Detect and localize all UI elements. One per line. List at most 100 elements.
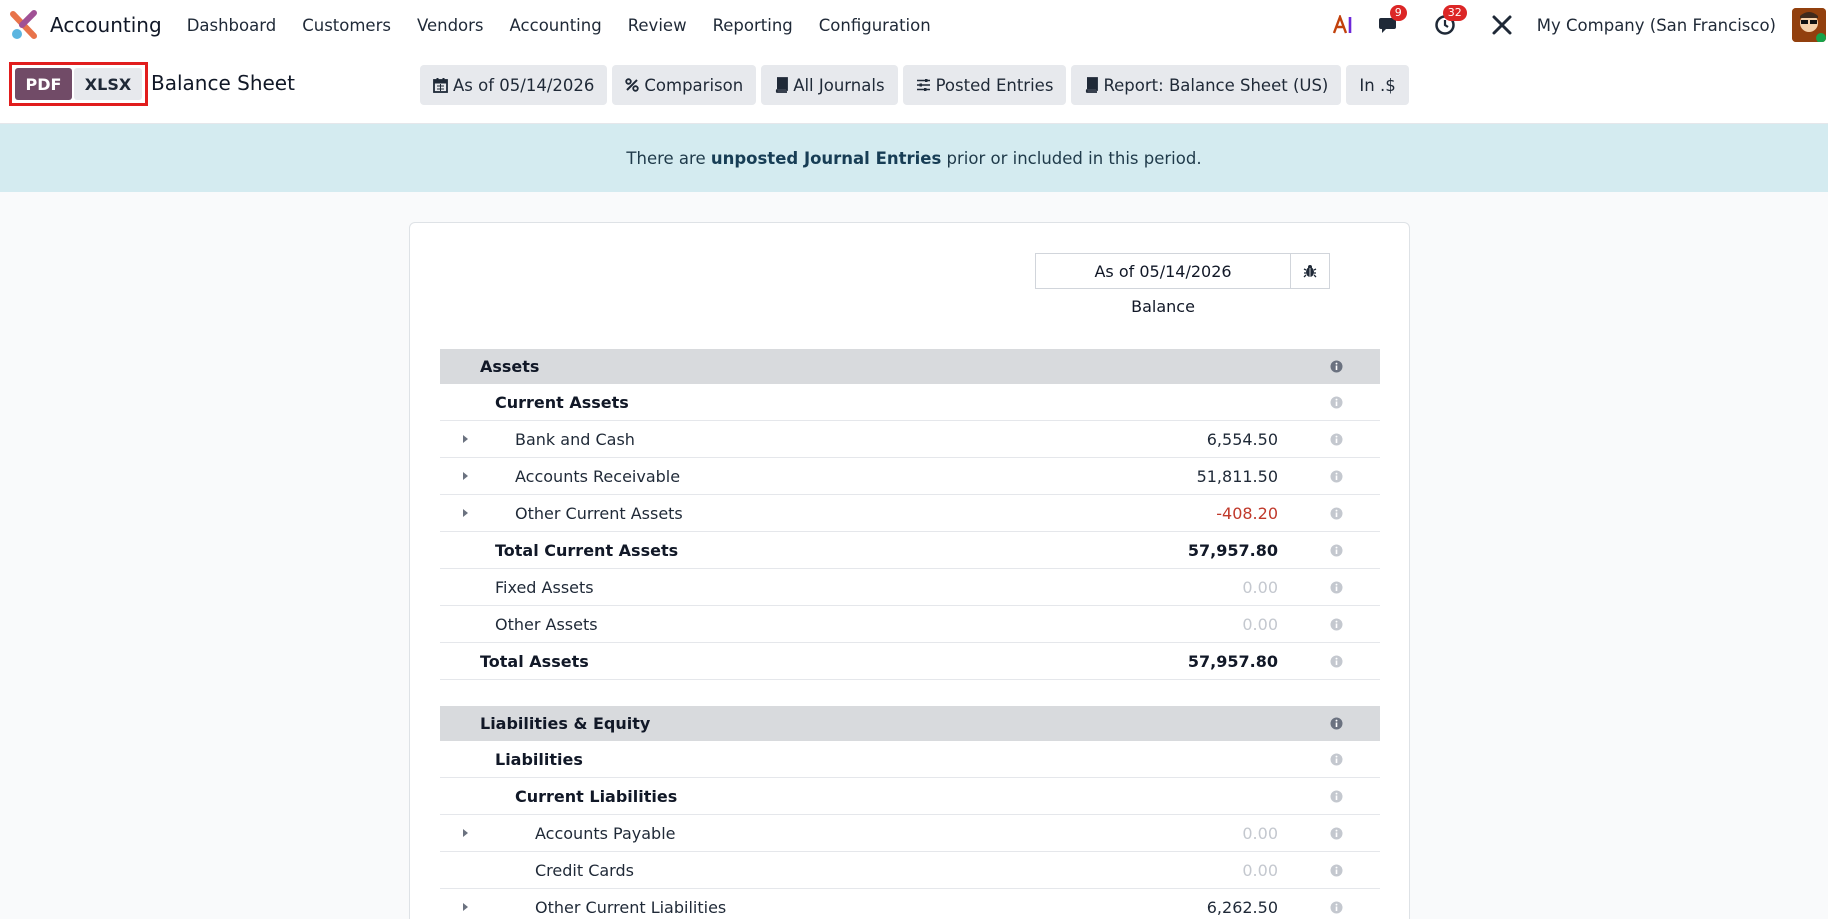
company-switcher[interactable]: My Company (San Francisco): [1537, 16, 1776, 35]
top-navbar: Accounting Dashboard Customers Vendors A…: [0, 0, 1828, 50]
debug-tools-icon[interactable]: [1488, 11, 1516, 39]
report-line-current-assets[interactable]: Current Assets: [440, 384, 1380, 421]
line-label: Other Current Liabilities: [535, 897, 727, 917]
percent-icon: [625, 78, 640, 92]
line-value: 0.00: [1242, 577, 1278, 597]
report-filters: As of 05/14/2026 Comparison All Journals…: [420, 65, 1414, 105]
control-panel: PDF XLSX Balance Sheet As of 05/14/2026 …: [0, 50, 1828, 124]
book-icon: [1084, 77, 1099, 93]
calendar-icon: [433, 77, 448, 93]
menu-accounting[interactable]: Accounting: [497, 16, 615, 35]
journals-filter-button[interactable]: All Journals: [761, 65, 898, 105]
report-card: As of 05/14/2026 Balance Assets Current …: [409, 222, 1410, 919]
report-line-total-assets[interactable]: Total Assets 57,957.80: [440, 643, 1380, 680]
export-buttons-group: PDF XLSX: [9, 62, 148, 106]
activity-clock-icon[interactable]: 32: [1431, 5, 1467, 39]
line-value[interactable]: 6,262.50: [1207, 889, 1278, 919]
unposted-entries-alert: There are unposted Journal Entries prior…: [0, 124, 1828, 192]
line-label: Accounts Payable: [535, 823, 676, 843]
report-line-liabilities-equity[interactable]: Liabilities & Equity: [440, 706, 1380, 741]
comparison-filter-button[interactable]: Comparison: [612, 65, 757, 105]
caret-right-icon[interactable]: [462, 889, 469, 919]
info-icon[interactable]: [1330, 569, 1343, 605]
alert-suffix: prior or included in this period.: [941, 148, 1202, 168]
currency-filter-label: In .$: [1359, 75, 1396, 95]
report-line-liabilities[interactable]: Liabilities: [440, 741, 1380, 778]
report-line-current-liabilities[interactable]: Current Liabilities: [440, 778, 1380, 815]
report-line-accounts-receivable[interactable]: Accounts Receivable 51,811.50: [440, 458, 1380, 495]
report-line-bank-and-cash[interactable]: Bank and Cash 6,554.50: [440, 421, 1380, 458]
xlsx-button[interactable]: XLSX: [74, 68, 142, 100]
report-line-total-current-assets[interactable]: Total Current Assets 57,957.80: [440, 532, 1380, 569]
report-line-credit-cards[interactable]: Credit Cards 0.00: [440, 852, 1380, 889]
bug-icon[interactable]: [1291, 253, 1330, 289]
line-value[interactable]: 0.00: [1242, 815, 1278, 851]
entries-filter-button[interactable]: Posted Entries: [902, 65, 1067, 105]
caret-right-icon[interactable]: [462, 421, 469, 457]
menu-vendors[interactable]: Vendors: [404, 16, 497, 35]
info-icon[interactable]: [1330, 349, 1343, 384]
line-value[interactable]: -408.20: [1216, 495, 1278, 531]
menu-dashboard[interactable]: Dashboard: [174, 16, 290, 35]
messages-badge: 9: [1389, 5, 1407, 21]
report-variant-button[interactable]: Report: Balance Sheet (US): [1071, 65, 1342, 105]
menu-reporting[interactable]: Reporting: [700, 16, 806, 35]
line-value[interactable]: 6,554.50: [1207, 421, 1278, 457]
line-label: Total Assets: [480, 651, 589, 671]
pdf-button[interactable]: PDF: [15, 68, 72, 100]
messages-icon[interactable]: 9: [1376, 5, 1407, 39]
line-label: Bank and Cash: [515, 429, 635, 449]
line-label: Current Assets: [495, 392, 629, 412]
info-icon[interactable]: [1330, 495, 1343, 531]
menu-review[interactable]: Review: [615, 16, 700, 35]
info-icon[interactable]: [1330, 778, 1343, 814]
caret-right-icon[interactable]: [462, 815, 469, 851]
caret-right-icon[interactable]: [462, 495, 469, 531]
date-filter-button[interactable]: As of 05/14/2026: [420, 65, 608, 105]
report-line-other-current-liabilities[interactable]: Other Current Liabilities 6,262.50: [440, 889, 1380, 919]
line-value: 0.00: [1242, 860, 1278, 880]
book-icon: [774, 77, 789, 93]
line-label: Other Current Assets: [515, 503, 683, 523]
page-title: Balance Sheet: [151, 71, 295, 95]
info-icon[interactable]: [1330, 706, 1343, 741]
report-line-other-current-assets[interactable]: Other Current Assets -408.20: [440, 495, 1380, 532]
user-avatar[interactable]: [1792, 8, 1826, 42]
line-label: Fixed Assets: [495, 577, 594, 597]
line-value: 57,957.80: [1187, 540, 1278, 560]
info-icon[interactable]: [1330, 421, 1343, 457]
main-menu: Dashboard Customers Vendors Accounting R…: [174, 16, 944, 35]
report-line-assets[interactable]: Assets: [440, 349, 1380, 384]
info-icon[interactable]: [1330, 532, 1343, 568]
info-icon[interactable]: [1330, 852, 1343, 888]
column-date-header[interactable]: As of 05/14/2026: [1035, 253, 1291, 289]
line-label: Liabilities: [495, 749, 583, 769]
report-line-accounts-payable[interactable]: Accounts Payable 0.00: [440, 815, 1380, 852]
menu-configuration[interactable]: Configuration: [806, 16, 944, 35]
activities-badge: 32: [1442, 5, 1467, 21]
info-icon[interactable]: [1330, 643, 1343, 679]
column-header: As of 05/14/2026: [1035, 253, 1330, 289]
report-variant-label: Report: Balance Sheet (US): [1103, 75, 1329, 95]
menu-customers[interactable]: Customers: [289, 16, 404, 35]
info-icon[interactable]: [1330, 889, 1343, 919]
alert-prefix: There are: [626, 148, 711, 168]
info-icon[interactable]: [1330, 606, 1343, 642]
line-value[interactable]: 51,811.50: [1197, 458, 1278, 494]
info-icon[interactable]: [1330, 741, 1343, 777]
report-line-fixed-assets[interactable]: Fixed Assets 0.00: [440, 569, 1380, 606]
journals-filter-label: All Journals: [793, 75, 885, 95]
info-icon[interactable]: [1330, 384, 1343, 420]
app-brand[interactable]: Accounting: [10, 10, 174, 40]
unposted-entries-link[interactable]: unposted Journal Entries: [711, 149, 941, 168]
ai-icon[interactable]: [1330, 11, 1358, 39]
line-label: Credit Cards: [535, 860, 634, 880]
line-label: Other Assets: [495, 614, 598, 634]
info-icon[interactable]: [1330, 458, 1343, 494]
report-line-other-assets[interactable]: Other Assets 0.00: [440, 606, 1380, 643]
info-icon[interactable]: [1330, 815, 1343, 851]
caret-right-icon[interactable]: [462, 458, 469, 494]
currency-filter-button[interactable]: In .$: [1346, 65, 1409, 105]
accounting-app-icon: [10, 10, 40, 40]
line-value: 0.00: [1242, 614, 1278, 634]
